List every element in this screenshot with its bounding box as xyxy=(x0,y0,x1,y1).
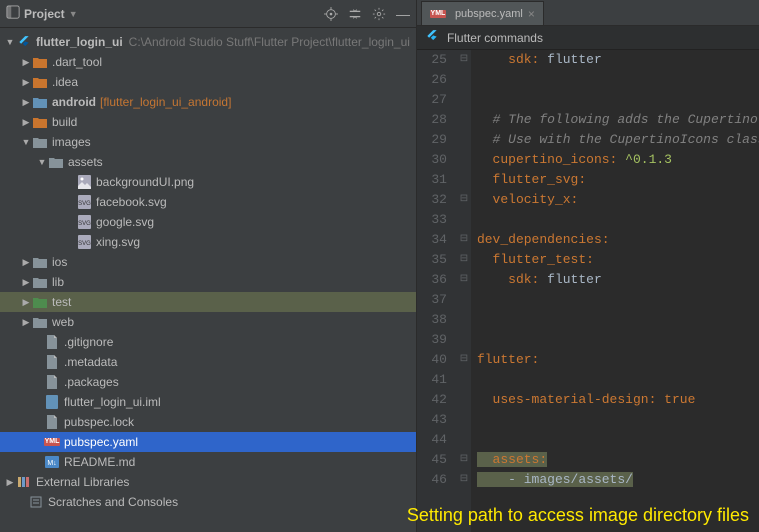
code-editor[interactable]: 2526272829303132333435363738394041424344… xyxy=(417,50,759,532)
tree-root[interactable]: ▼ flutter_login_ui C:\Android Studio Stu… xyxy=(0,32,416,52)
folder-icon xyxy=(32,254,48,270)
scratches-icon xyxy=(28,494,44,510)
tree-item-idea[interactable]: ▶.idea xyxy=(0,72,416,92)
editor-tabbar: YML pubspec.yaml × xyxy=(417,0,759,26)
project-toolbar: Project ▼ — xyxy=(0,0,416,28)
tree-item-ios[interactable]: ▶ios xyxy=(0,252,416,272)
tree-item-android[interactable]: ▶android[flutter_login_ui_android] xyxy=(0,92,416,112)
svg-file-icon: SVG xyxy=(76,234,92,250)
image-file-icon xyxy=(76,174,92,190)
svg-text:SVG: SVG xyxy=(78,221,91,227)
flutter-project-icon xyxy=(16,34,32,50)
folder-icon xyxy=(48,154,64,170)
tree-item-gg[interactable]: ▶SVGgoogle.svg xyxy=(0,212,416,232)
svg-text:M↓: M↓ xyxy=(47,460,56,467)
svg-text:SVG: SVG xyxy=(78,241,91,247)
folder-icon xyxy=(32,134,48,150)
expand-arrow-icon[interactable]: ▼ xyxy=(20,137,32,147)
tree-item-metadata[interactable]: ▶.metadata xyxy=(0,352,416,372)
gear-icon[interactable] xyxy=(372,7,386,21)
dropdown-arrow-icon[interactable]: ▼ xyxy=(69,9,78,19)
project-panel: Project ▼ — ▼ flutter_login_ui C:\Androi… xyxy=(0,0,417,532)
tree-item-gitignore[interactable]: ▶.gitignore xyxy=(0,332,416,352)
module-bracket: [flutter_login_ui_android] xyxy=(100,95,231,109)
folder-icon xyxy=(32,74,48,90)
markdown-file-icon: M↓ xyxy=(44,454,60,470)
build-folder-icon xyxy=(32,114,48,130)
expand-arrow-icon[interactable]: ▶ xyxy=(20,57,32,68)
expand-arrow-icon[interactable]: ▼ xyxy=(36,157,48,167)
editor-tab-pubspec[interactable]: YML pubspec.yaml × xyxy=(421,1,544,25)
flutter-icon xyxy=(425,29,439,46)
tree-item-build[interactable]: ▶build xyxy=(0,112,416,132)
locate-icon[interactable] xyxy=(324,7,338,21)
tree-item-readme[interactable]: ▶M↓README.md xyxy=(0,452,416,472)
expand-arrow-icon[interactable]: ▶ xyxy=(20,297,32,308)
file-icon xyxy=(44,354,60,370)
test-folder-icon xyxy=(32,294,48,310)
close-icon[interactable]: × xyxy=(528,7,535,21)
flutter-commands-bar[interactable]: Flutter commands xyxy=(417,26,759,50)
module-file-icon xyxy=(44,394,60,410)
line-gutter[interactable]: 2526272829303132333435363738394041424344… xyxy=(417,50,457,532)
tree-item-test[interactable]: ▶test xyxy=(0,292,416,312)
collapse-icon[interactable] xyxy=(348,7,362,21)
tree-item-bg[interactable]: ▶backgroundUI.png xyxy=(0,172,416,192)
module-folder-icon xyxy=(32,94,48,110)
tree-item-publock[interactable]: ▶pubspec.lock xyxy=(0,412,416,432)
tree-item-xg[interactable]: ▶SVGxing.svg xyxy=(0,232,416,252)
svg-file-icon: SVG xyxy=(76,194,92,210)
hide-icon[interactable]: — xyxy=(396,7,410,21)
tree-item-lib[interactable]: ▶lib xyxy=(0,272,416,292)
expand-arrow-icon[interactable]: ▶ xyxy=(20,277,32,288)
expand-arrow-icon[interactable]: ▶ xyxy=(20,257,32,268)
code-area[interactable]: sdk: flutter # The following adds the Cu… xyxy=(471,50,759,532)
tree-item-images[interactable]: ▼images xyxy=(0,132,416,152)
svg-file-icon: SVG xyxy=(76,214,92,230)
tree-item-fb[interactable]: ▶SVGfacebook.svg xyxy=(0,192,416,212)
tree-item-pubyaml[interactable]: ▶YMLpubspec.yaml xyxy=(0,432,416,452)
yaml-file-icon: YML xyxy=(430,6,446,22)
root-path: C:\Android Studio Stuff\Flutter Project\… xyxy=(129,35,410,49)
tree-item-scratches[interactable]: ▶Scratches and Consoles xyxy=(0,492,416,512)
file-icon xyxy=(44,414,60,430)
project-tree[interactable]: ▼ flutter_login_ui C:\Android Studio Stu… xyxy=(0,28,416,532)
editor-panel: YML pubspec.yaml × Flutter commands 2526… xyxy=(417,0,759,532)
project-icon xyxy=(6,5,20,22)
expand-arrow-icon[interactable]: ▶ xyxy=(20,317,32,328)
tree-item-dart-tool[interactable]: ▶.dart_tool xyxy=(0,52,416,72)
expand-arrow-icon[interactable]: ▶ xyxy=(20,117,32,128)
folder-icon xyxy=(32,274,48,290)
tree-item-assets[interactable]: ▼assets xyxy=(0,152,416,172)
flutter-commands-label: Flutter commands xyxy=(447,31,543,45)
expand-arrow-icon[interactable]: ▼ xyxy=(4,37,16,47)
expand-arrow-icon[interactable]: ▶ xyxy=(4,477,16,488)
folder-icon xyxy=(32,314,48,330)
root-label: flutter_login_ui xyxy=(36,35,123,49)
tree-item-extlib[interactable]: ▶External Libraries xyxy=(0,472,416,492)
tree-item-iml[interactable]: ▶flutter_login_ui.iml xyxy=(0,392,416,412)
tab-label: pubspec.yaml xyxy=(455,8,523,20)
expand-arrow-icon[interactable]: ▶ xyxy=(20,77,32,88)
libraries-icon xyxy=(16,474,32,490)
tree-item-packages[interactable]: ▶.packages xyxy=(0,372,416,392)
file-icon xyxy=(44,374,60,390)
folder-icon xyxy=(32,54,48,70)
tree-item-web[interactable]: ▶web xyxy=(0,312,416,332)
file-icon xyxy=(44,334,60,350)
expand-arrow-icon[interactable]: ▶ xyxy=(20,97,32,108)
project-title[interactable]: Project xyxy=(24,7,65,21)
fold-column[interactable]: ⊟⊟⊟⊟⊟⊟⊟⊟ xyxy=(457,50,471,532)
yaml-file-icon: YML xyxy=(44,434,60,450)
svg-text:SVG: SVG xyxy=(78,201,91,207)
